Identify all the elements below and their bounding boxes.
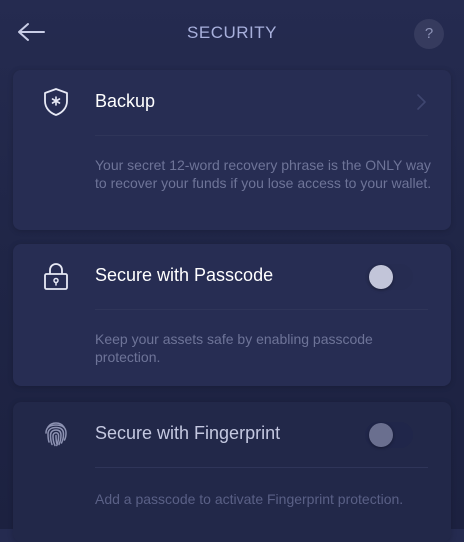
chevron-right-icon xyxy=(415,92,427,112)
passcode-description: Keep your assets safe by enabling passco… xyxy=(95,331,373,365)
divider xyxy=(95,309,428,310)
backup-description: Your secret 12-word recovery phrase is t… xyxy=(95,157,432,191)
passcode-toggle[interactable] xyxy=(365,264,413,290)
fingerprint-card: Secure with Fingerprint Add a passcode t… xyxy=(13,402,451,542)
passcode-card: Secure with Passcode Keep your assets sa… xyxy=(13,244,451,386)
fingerprint-toggle[interactable] xyxy=(365,422,413,448)
backup-label: Backup xyxy=(95,91,156,111)
toggle-knob xyxy=(369,265,393,289)
divider xyxy=(95,467,428,468)
backup-card: Backup Your secret 12-word recovery phra… xyxy=(13,70,451,230)
fingerprint-description: Add a passcode to activate Fingerprint p… xyxy=(95,491,404,507)
app-header: SECURITY ? xyxy=(0,0,464,66)
shield-asterisk-icon xyxy=(40,86,72,118)
help-button[interactable]: ? xyxy=(414,19,444,49)
passcode-row: Secure with Passcode xyxy=(13,244,451,310)
lock-icon xyxy=(40,260,72,292)
toggle-knob xyxy=(369,423,393,447)
divider xyxy=(95,135,428,136)
fingerprint-icon xyxy=(40,418,72,450)
page-title: SECURITY xyxy=(187,23,277,42)
backup-row[interactable]: Backup xyxy=(13,70,451,136)
passcode-label: Secure with Passcode xyxy=(95,265,274,285)
fingerprint-label: Secure with Fingerprint xyxy=(95,423,281,443)
fingerprint-row: Secure with Fingerprint xyxy=(13,402,451,468)
